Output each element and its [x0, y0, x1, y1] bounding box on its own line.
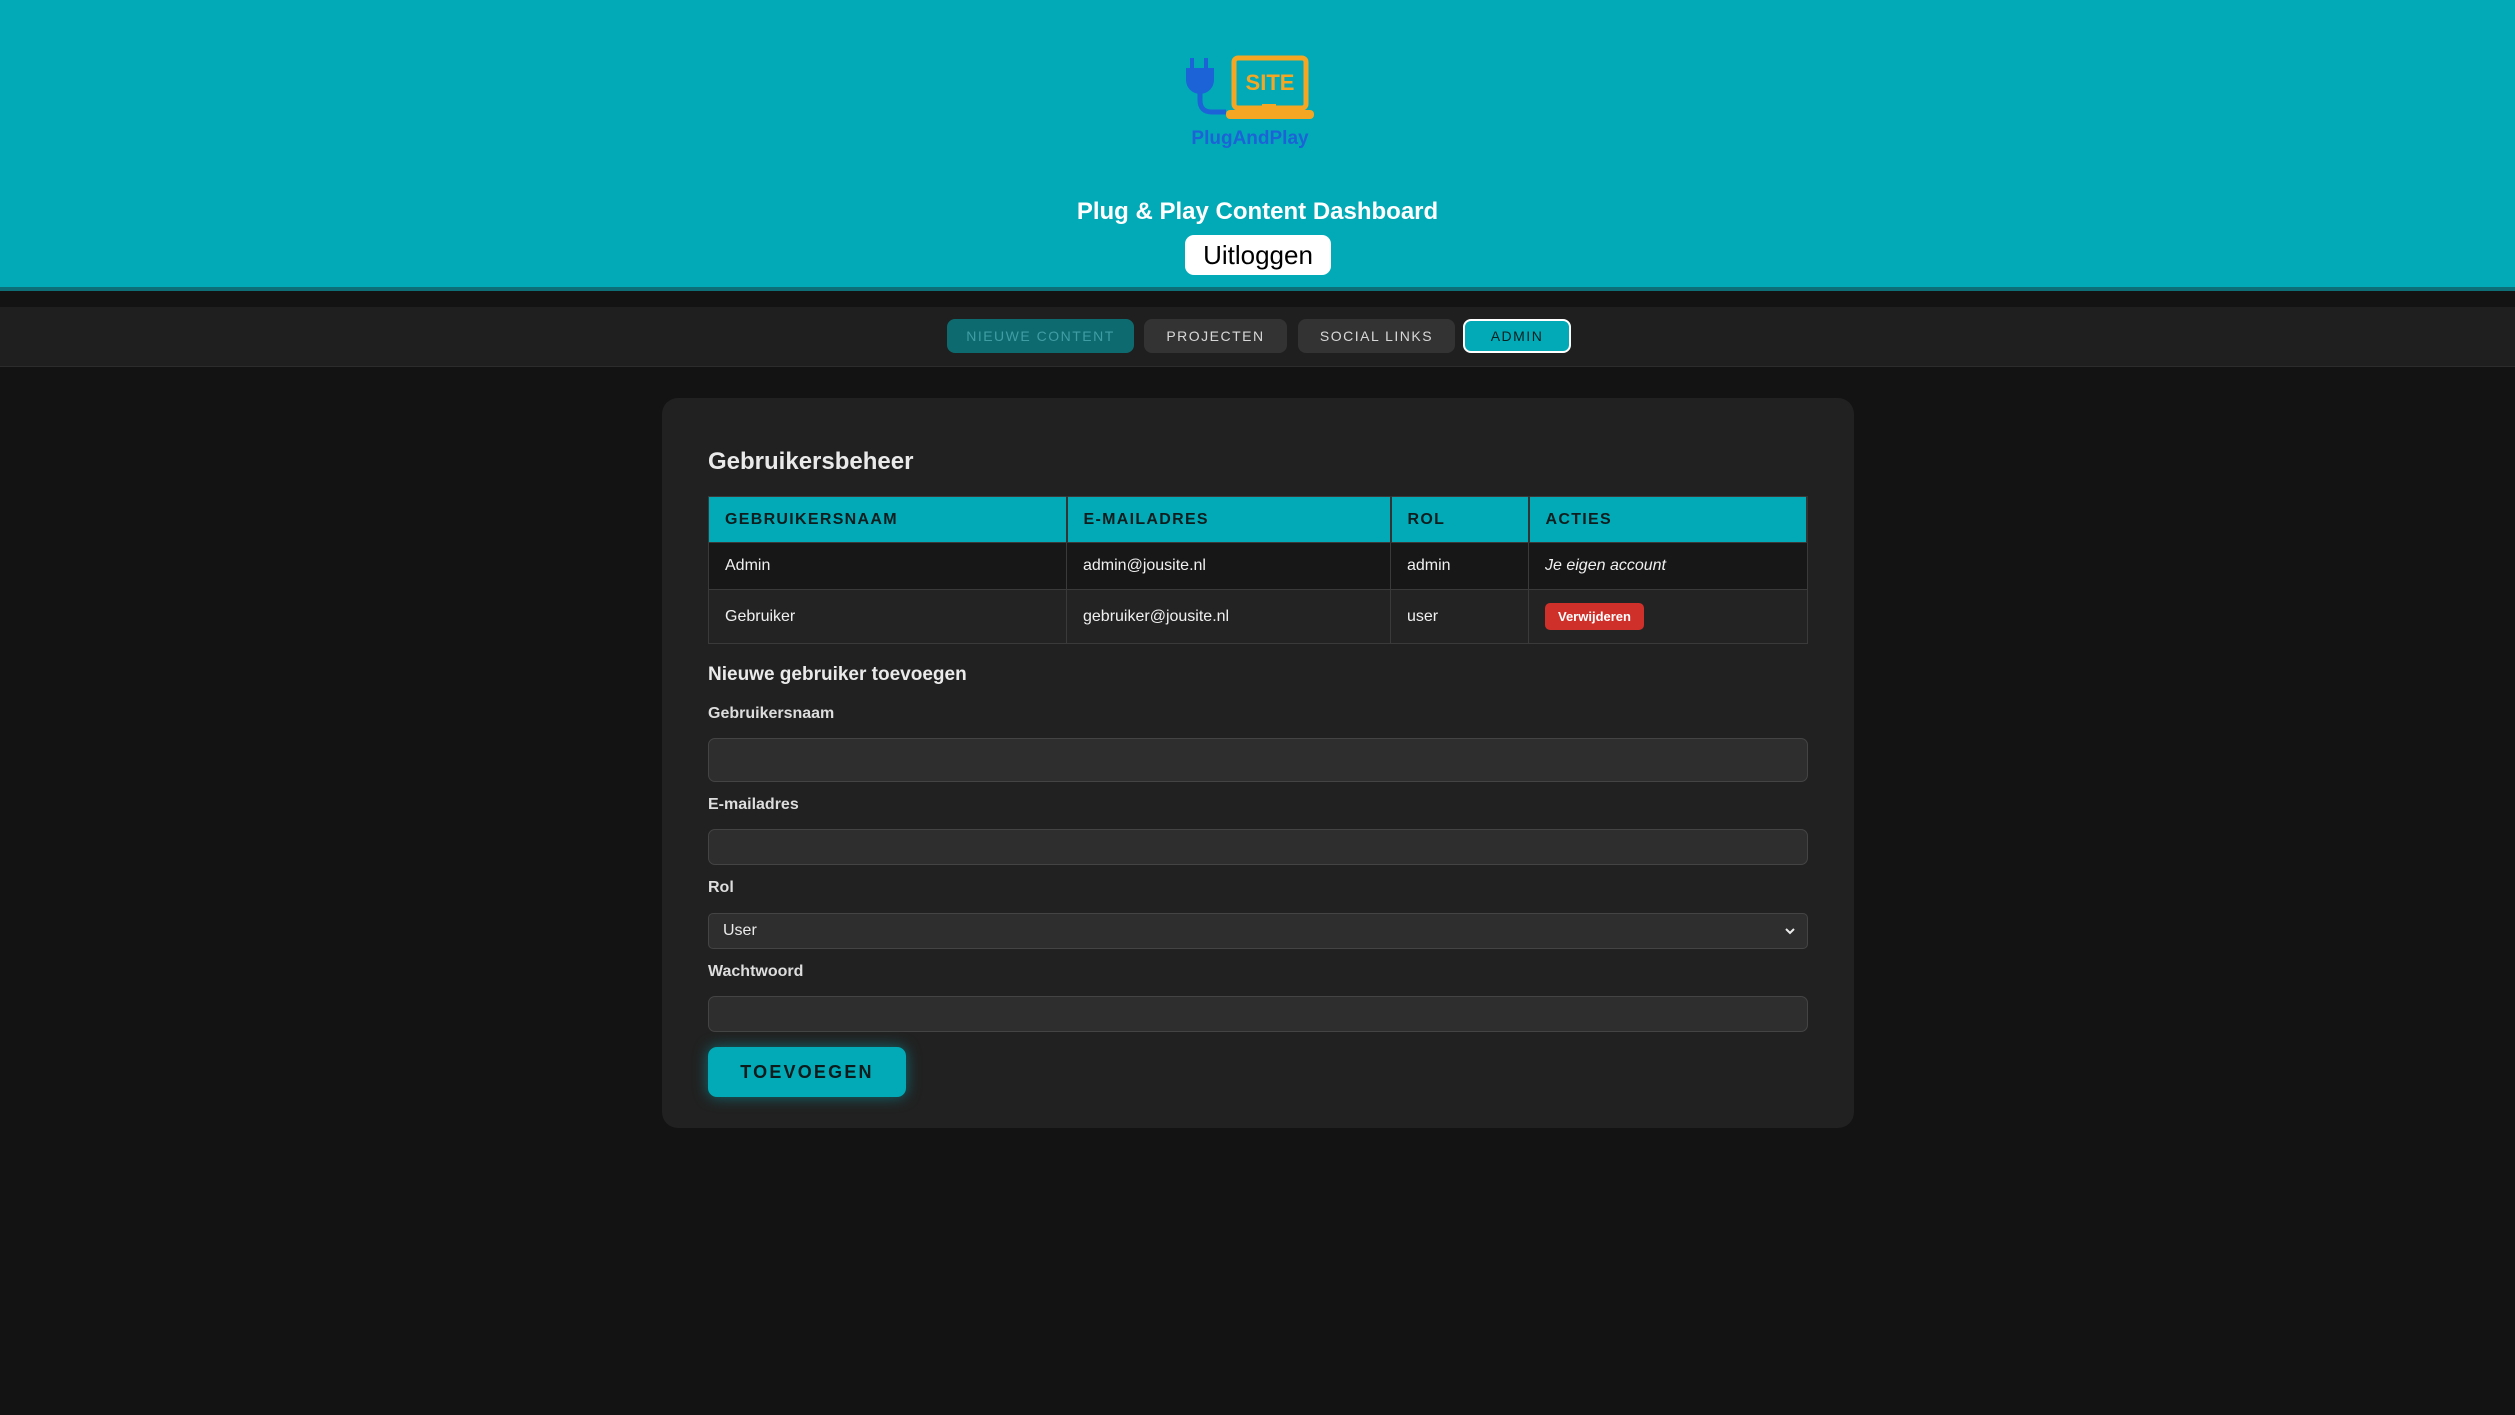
- add-user-button[interactable]: TOEVOEGEN: [708, 1047, 906, 1097]
- cell-actions: Verwijderen: [1528, 589, 1808, 644]
- email-label: E-mailadres: [708, 796, 799, 813]
- cell-username: Admin: [708, 542, 1067, 590]
- cell-role: user: [1390, 589, 1529, 644]
- column-header-actions: ACTIES: [1528, 496, 1808, 543]
- users-table: GEBRUIKERSNAAM E-MAILADRES ROL ACTIES Ad…: [708, 496, 1808, 644]
- delete-user-button[interactable]: Verwijderen: [1545, 603, 1644, 630]
- table-header-row: GEBRUIKERSNAAM E-MAILADRES ROL ACTIES: [708, 496, 1808, 543]
- table-row: Gebruiker gebruiker@jousite.nl user Verw…: [708, 589, 1808, 644]
- username-label: Gebruikersnaam: [708, 705, 835, 722]
- new-user-heading: Nieuwe gebruiker toevoegen: [708, 664, 967, 685]
- email-input[interactable]: [708, 829, 1808, 865]
- svg-text:SITE: SITE: [1246, 70, 1295, 95]
- tab-social-links[interactable]: SOCIAL LINKS: [1298, 319, 1455, 353]
- page-title: Gebruikersbeheer: [708, 448, 914, 475]
- site-header: SITE PlugAndPlay Plug & Play Content Das…: [0, 0, 2515, 291]
- tab-nieuwe-content[interactable]: NIEUWE CONTENT: [947, 319, 1134, 353]
- plug-and-laptop-logo-icon: SITE PlugAndPlay: [1186, 55, 1314, 149]
- tab-projecten[interactable]: PROJECTEN: [1144, 319, 1287, 353]
- user-management-card: Gebruikersbeheer GEBRUIKERSNAAM E-MAILAD…: [662, 398, 1854, 1128]
- plugandplay-logo: SITE PlugAndPlay: [1184, 54, 1316, 150]
- chevron-down-icon: [1785, 928, 1795, 935]
- dashboard-title: Plug & Play Content Dashboard: [1076, 198, 1439, 225]
- cell-email: admin@jousite.nl: [1066, 542, 1391, 590]
- svg-text:PlugAndPlay: PlugAndPlay: [1191, 128, 1309, 149]
- column-header-email: E-MAILADRES: [1066, 496, 1392, 543]
- role-label: Rol: [708, 879, 734, 896]
- table-row: Admin admin@jousite.nl admin Je eigen ac…: [708, 542, 1808, 590]
- column-header-role: ROL: [1390, 496, 1530, 543]
- cell-email: gebruiker@jousite.nl: [1066, 589, 1391, 644]
- role-select[interactable]: User: [708, 913, 1808, 949]
- own-account-note: Je eigen account: [1528, 542, 1808, 590]
- password-label: Wachtwoord: [708, 963, 804, 980]
- cell-role: admin: [1390, 542, 1529, 590]
- username-input[interactable]: [708, 738, 1808, 782]
- logout-button[interactable]: Uitloggen: [1185, 235, 1331, 275]
- password-input[interactable]: [708, 996, 1808, 1032]
- cell-username: Gebruiker: [708, 589, 1067, 644]
- column-header-username: GEBRUIKERSNAAM: [708, 496, 1068, 543]
- main-nav: NIEUWE CONTENT PROJECTEN SOCIAL LINKS AD…: [0, 307, 2515, 367]
- tab-admin[interactable]: ADMIN: [1463, 319, 1571, 353]
- role-select-value: User: [723, 922, 757, 939]
